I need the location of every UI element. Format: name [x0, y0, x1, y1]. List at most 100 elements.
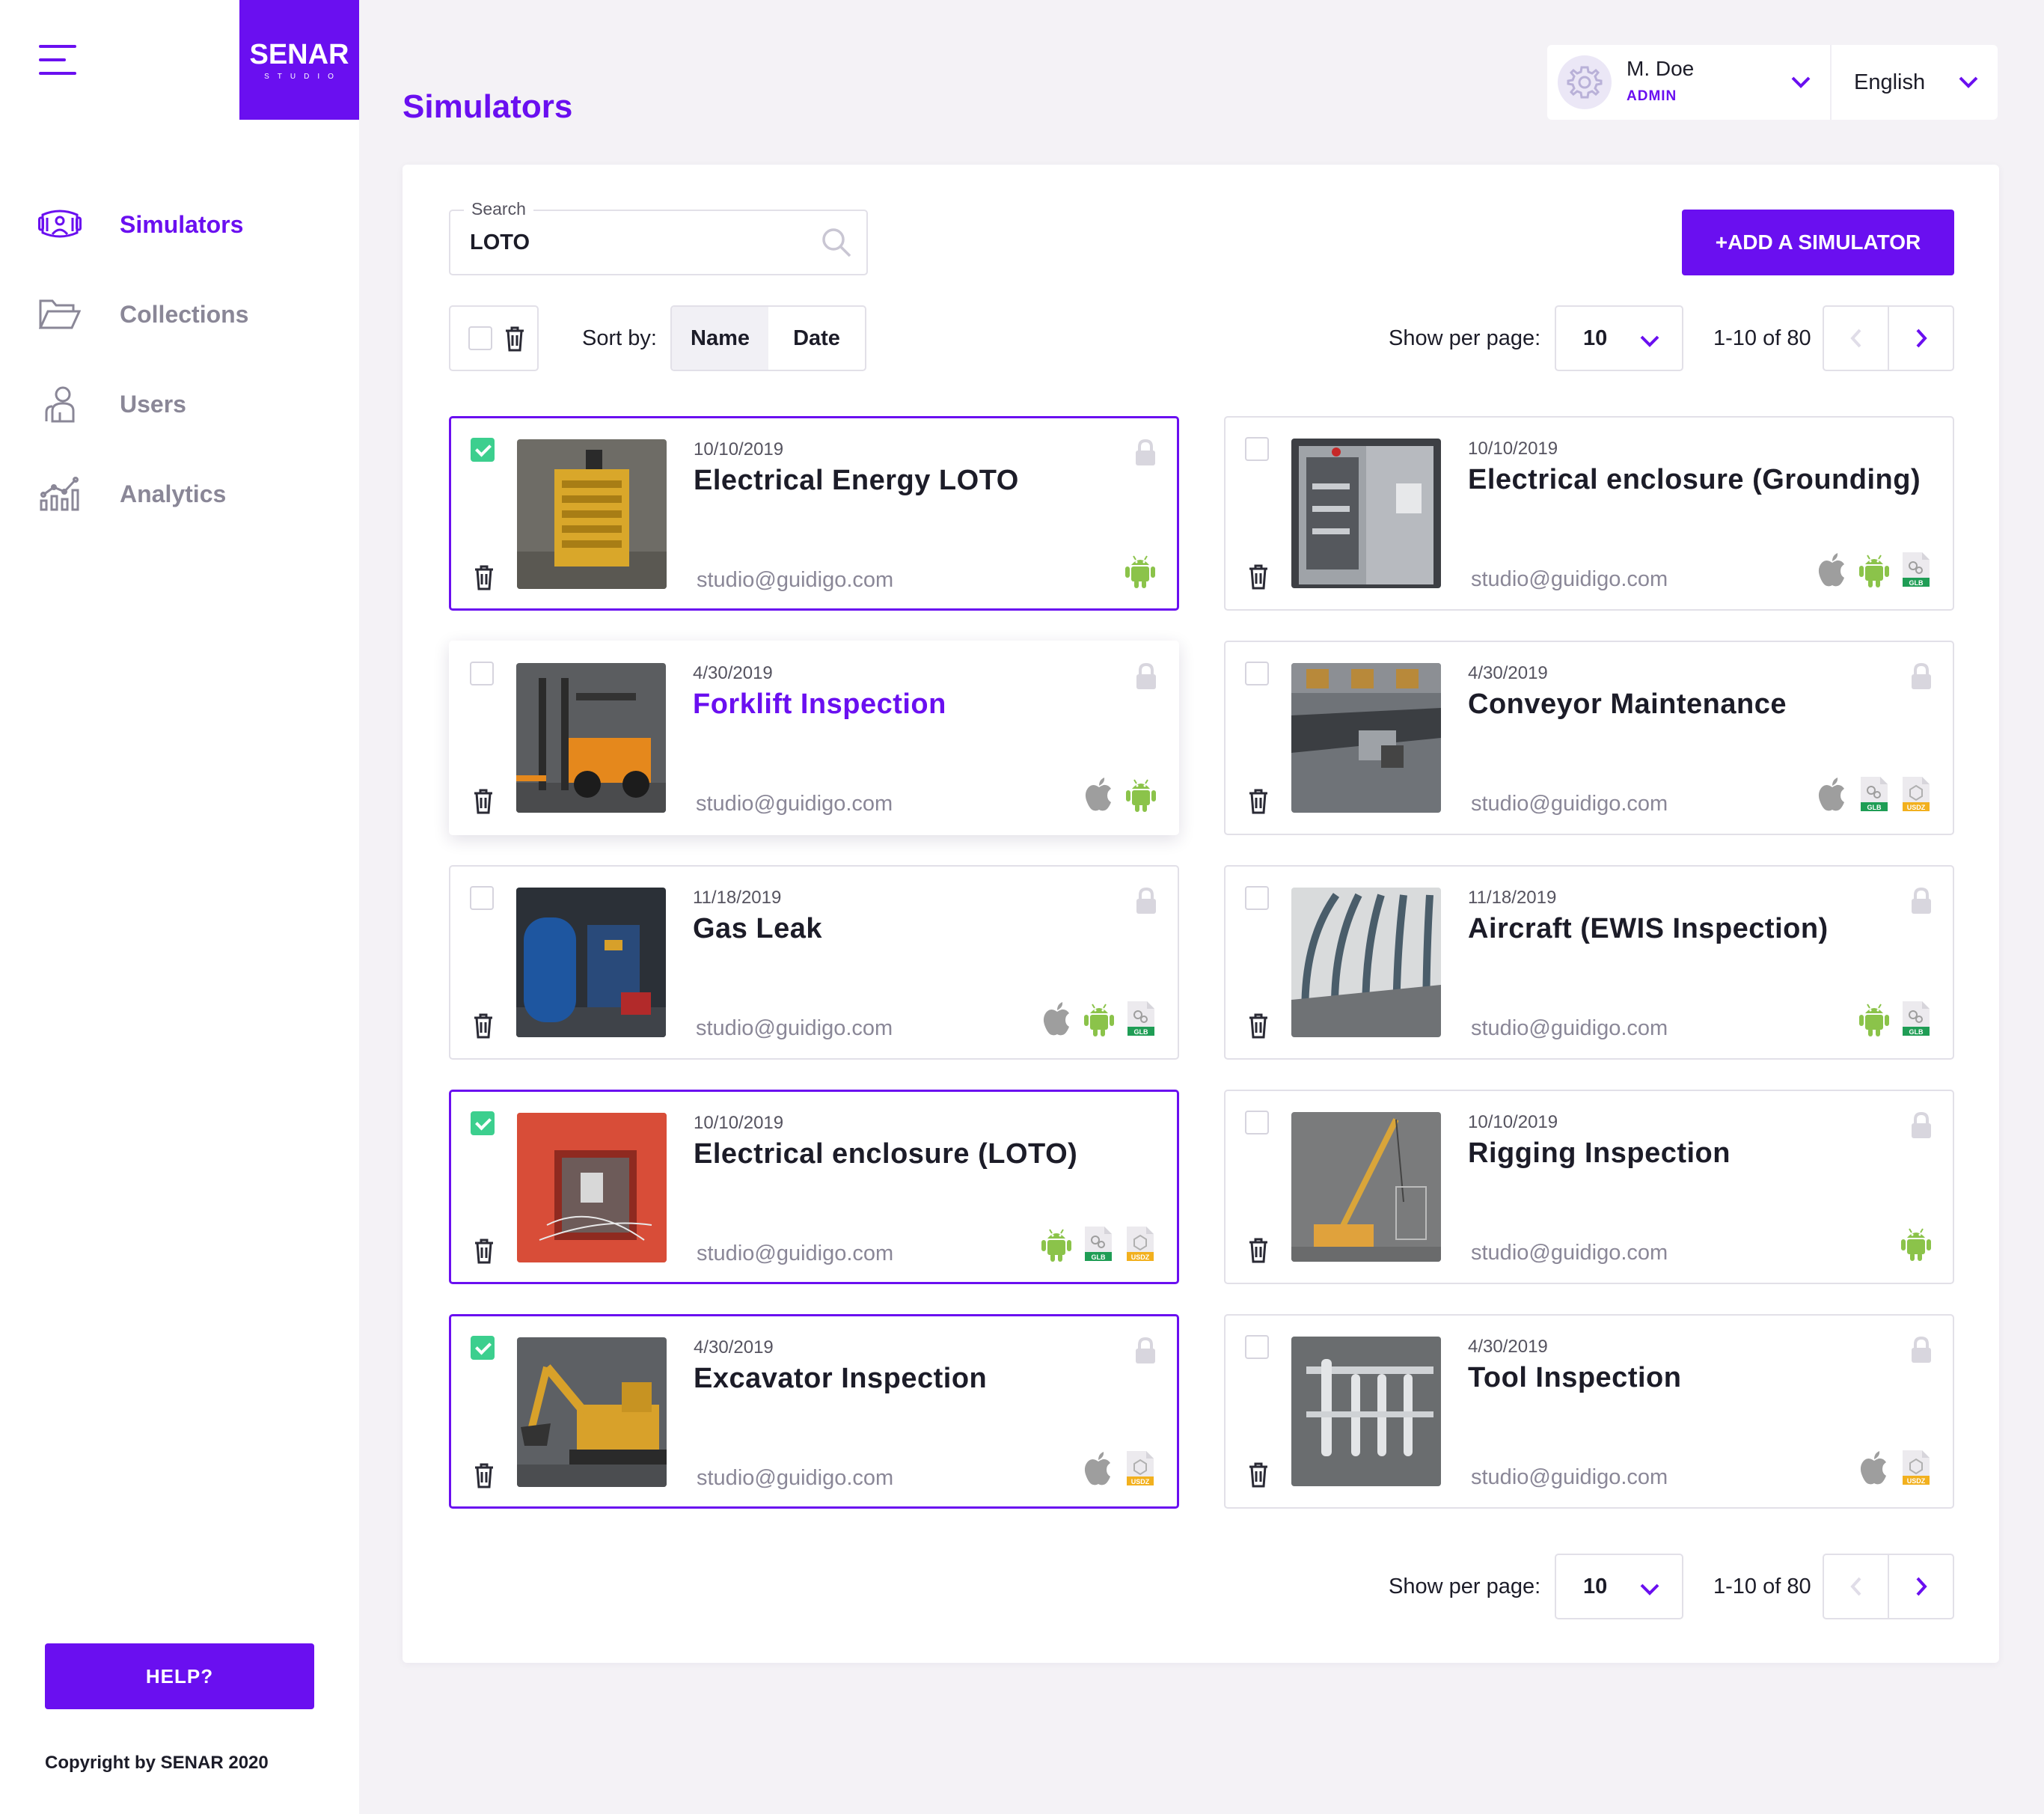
- language-dropdown[interactable]: English: [1832, 45, 1998, 120]
- apple-icon: [1082, 774, 1116, 813]
- page-title: Simulators: [403, 88, 573, 125]
- simulator-card[interactable]: 4/30/2019 Forklift Inspection studio@gui…: [449, 641, 1179, 835]
- card-checkbox[interactable]: [471, 1111, 495, 1135]
- page-range: 1-10 of 80: [1713, 1575, 1811, 1598]
- next-page-button[interactable]: [1889, 307, 1953, 370]
- card-author-email: studio@guidigo.com: [1471, 1016, 1668, 1040]
- prev-page-button[interactable]: [1824, 307, 1889, 370]
- simulator-card[interactable]: 4/30/2019 Conveyor Maintenance studio@gu…: [1224, 641, 1954, 835]
- glb-file-icon: GLB: [1899, 998, 1933, 1037]
- gear-icon: [1567, 66, 1603, 99]
- lock-icon[interactable]: [1135, 439, 1156, 466]
- svg-text:GLB: GLB: [1867, 804, 1882, 811]
- card-date: 4/30/2019: [1468, 1337, 1548, 1357]
- card-checkbox[interactable]: [1245, 662, 1269, 685]
- simulator-card[interactable]: 10/10/2019 Electrical enclosure (Groundi…: [1224, 416, 1954, 611]
- card-checkbox[interactable]: [471, 1336, 495, 1360]
- card-checkbox[interactable]: [1245, 1335, 1269, 1359]
- trash-icon[interactable]: [504, 326, 525, 352]
- user-dropdown[interactable]: M. Doe ADMIN: [1547, 45, 1832, 120]
- simulator-thumbnail: [1291, 1112, 1441, 1262]
- simulator-card[interactable]: 4/30/2019 Excavator Inspection studio@gu…: [449, 1314, 1179, 1509]
- trash-icon[interactable]: [474, 1463, 495, 1488]
- trash-icon[interactable]: [473, 789, 494, 814]
- prev-page-button[interactable]: [1824, 1555, 1889, 1618]
- glb-file-icon: GLB: [1899, 549, 1933, 588]
- select-all-checkbox[interactable]: [468, 326, 492, 350]
- apple-icon: [1815, 774, 1849, 813]
- card-checkbox[interactable]: [1245, 437, 1269, 461]
- trash-icon[interactable]: [474, 565, 495, 590]
- chevron-down-icon: [1791, 76, 1811, 88]
- trash-icon[interactable]: [1248, 1013, 1269, 1039]
- svg-text:USDZ: USDZ: [1907, 804, 1926, 811]
- search-icon[interactable]: [820, 226, 853, 259]
- card-checkbox[interactable]: [1245, 886, 1269, 910]
- lock-icon[interactable]: [1136, 663, 1157, 690]
- card-author-email: studio@guidigo.com: [697, 568, 894, 592]
- sidebar-item-label: Collections: [120, 300, 249, 328]
- trash-icon[interactable]: [1248, 1238, 1269, 1263]
- simulator-card[interactable]: 11/18/2019 Gas Leak studio@guidigo.com G…: [449, 865, 1179, 1060]
- card-checkbox[interactable]: [471, 438, 495, 462]
- sidebar-item-users[interactable]: Users: [37, 359, 352, 449]
- android-icon: [1857, 549, 1891, 588]
- svg-text:GLB: GLB: [1092, 1253, 1106, 1261]
- card-author-email: studio@guidigo.com: [1471, 792, 1668, 816]
- usdz-file-icon: USDZ: [1123, 1224, 1157, 1262]
- svg-text:USDZ: USDZ: [1907, 1477, 1926, 1485]
- senar-logo: SENAR STUDIO: [239, 0, 359, 120]
- search-field[interactable]: Search: [449, 199, 868, 275]
- sidebar-item-collections[interactable]: Collections: [37, 269, 352, 359]
- user-role: ADMIN: [1627, 88, 1677, 104]
- platform-badges: [1123, 550, 1157, 589]
- add-simulator-button[interactable]: +ADD A SIMULATOR: [1682, 210, 1954, 275]
- lock-icon[interactable]: [1136, 888, 1157, 914]
- simulator-card[interactable]: 11/18/2019 Aircraft (EWIS Inspection) st…: [1224, 865, 1954, 1060]
- lock-icon[interactable]: [1911, 1337, 1932, 1363]
- card-date: 11/18/2019: [693, 888, 782, 908]
- page-nav: [1823, 305, 1954, 371]
- card-author-email: studio@guidigo.com: [1471, 1465, 1668, 1489]
- sort-by-name[interactable]: Name: [672, 307, 768, 370]
- sidebar-item-analytics[interactable]: Analytics: [37, 449, 352, 539]
- android-icon: [1123, 550, 1157, 589]
- hamburger-menu-icon[interactable]: [39, 45, 79, 75]
- apple-icon: [1040, 998, 1074, 1037]
- sidebar-item-label: Analytics: [120, 480, 227, 507]
- platform-badges: GLB: [1040, 998, 1158, 1037]
- card-title: Rigging Inspection: [1468, 1137, 1731, 1169]
- lock-icon[interactable]: [1911, 663, 1932, 690]
- per-page-select[interactable]: 10: [1555, 1554, 1683, 1619]
- card-date: 4/30/2019: [693, 663, 773, 683]
- next-page-button[interactable]: [1889, 1555, 1953, 1618]
- simulator-card[interactable]: 10/10/2019 Electrical Energy LOTO studio…: [449, 416, 1179, 611]
- per-page-select[interactable]: 10: [1555, 305, 1683, 371]
- usdz-file-icon: USDZ: [1899, 1447, 1933, 1486]
- help-button[interactable]: HELP?: [45, 1643, 314, 1709]
- trash-icon[interactable]: [474, 1239, 495, 1264]
- simulator-card[interactable]: 10/10/2019 Rigging Inspection studio@gui…: [1224, 1090, 1954, 1284]
- per-page-value: 10: [1583, 326, 1608, 350]
- trash-icon[interactable]: [1248, 564, 1269, 590]
- trash-icon[interactable]: [1248, 1462, 1269, 1488]
- trash-icon[interactable]: [473, 1013, 494, 1039]
- card-checkbox[interactable]: [470, 662, 494, 685]
- sort-by-date[interactable]: Date: [768, 307, 865, 370]
- lock-icon[interactable]: [1911, 888, 1932, 914]
- card-checkbox[interactable]: [470, 886, 494, 910]
- trash-icon[interactable]: [1248, 789, 1269, 814]
- card-author-email: studio@guidigo.com: [1471, 1241, 1668, 1265]
- sidebar-nav: Simulators Collections Users Analytics: [37, 180, 352, 539]
- lock-icon[interactable]: [1135, 1337, 1156, 1364]
- simulator-card[interactable]: 4/30/2019 Tool Inspection studio@guidigo…: [1224, 1314, 1954, 1509]
- card-checkbox[interactable]: [1245, 1111, 1269, 1134]
- sidebar-item-simulators[interactable]: Simulators: [37, 180, 352, 269]
- avatar: [1558, 55, 1612, 109]
- simulator-card[interactable]: 10/10/2019 Electrical enclosure (LOTO) s…: [449, 1090, 1179, 1284]
- logo-text: SENAR: [249, 39, 349, 70]
- sidebar: SENAR STUDIO Simulators Collections User…: [0, 0, 359, 1814]
- search-input[interactable]: [470, 227, 799, 257]
- apple-icon: [1857, 1447, 1891, 1486]
- lock-icon[interactable]: [1911, 1112, 1932, 1139]
